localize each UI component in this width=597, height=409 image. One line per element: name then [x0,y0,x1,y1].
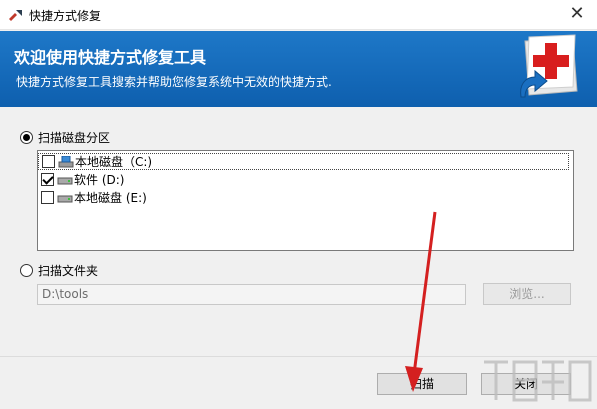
list-item-drive-c[interactable]: 本地磁盘（C:) [38,153,569,170]
hard-drive-icon [57,177,73,184]
list-item-drive-d[interactable]: 软件 (D:) [38,171,124,188]
radio-indicator[interactable] [20,130,33,144]
system-drive-icon [58,155,74,167]
scan-folder-label: 扫描文件夹 [38,263,99,278]
app-shortcut-icon [9,10,22,21]
drive-d-checkbox[interactable] [41,173,54,186]
radio-indicator[interactable] [20,263,33,277]
banner-title: 欢迎使用快捷方式修复工具 [14,48,207,67]
drive-e-label: 本地磁盘 (E:) [74,191,147,205]
scan-folder-radio[interactable]: 扫描文件夹 [20,262,98,278]
drive-list[interactable]: 本地磁盘（C:) 软件 (D:) 本地磁盘 (E:) [37,150,574,251]
close-icon: ✕ [569,3,585,24]
close-dialog-button[interactable]: 关闭 [481,373,571,395]
red-cross-repair-icon [520,34,578,98]
scan-disk-label: 扫描磁盘分区 [38,130,111,145]
header-banner: 欢迎使用快捷方式修复工具 快捷方式修复工具搜索并帮助您修复系统中无效的快捷方式. [0,31,597,107]
folder-path-input[interactable]: D:\tools [37,284,466,305]
drive-d-label: 软件 (D:) [74,173,125,187]
hard-drive-icon [57,195,73,202]
drive-c-label: 本地磁盘（C:) [75,155,153,169]
scan-disk-radio[interactable]: 扫描磁盘分区 [20,129,110,145]
banner-description: 快捷方式修复工具搜索并帮助您修复系统中无效的快捷方式. [16,75,332,89]
close-button[interactable]: ✕ [557,0,597,30]
drive-e-checkbox[interactable] [41,191,54,204]
drive-c-checkbox[interactable] [42,155,55,168]
browse-button[interactable]: 浏览... [483,283,571,305]
window-title: 快捷方式修复 [29,9,102,23]
list-item-drive-e[interactable]: 本地磁盘 (E:) [38,189,147,206]
title-bar: 快捷方式修复 ✕ [0,0,597,30]
scan-button[interactable]: 扫描 [377,373,467,395]
